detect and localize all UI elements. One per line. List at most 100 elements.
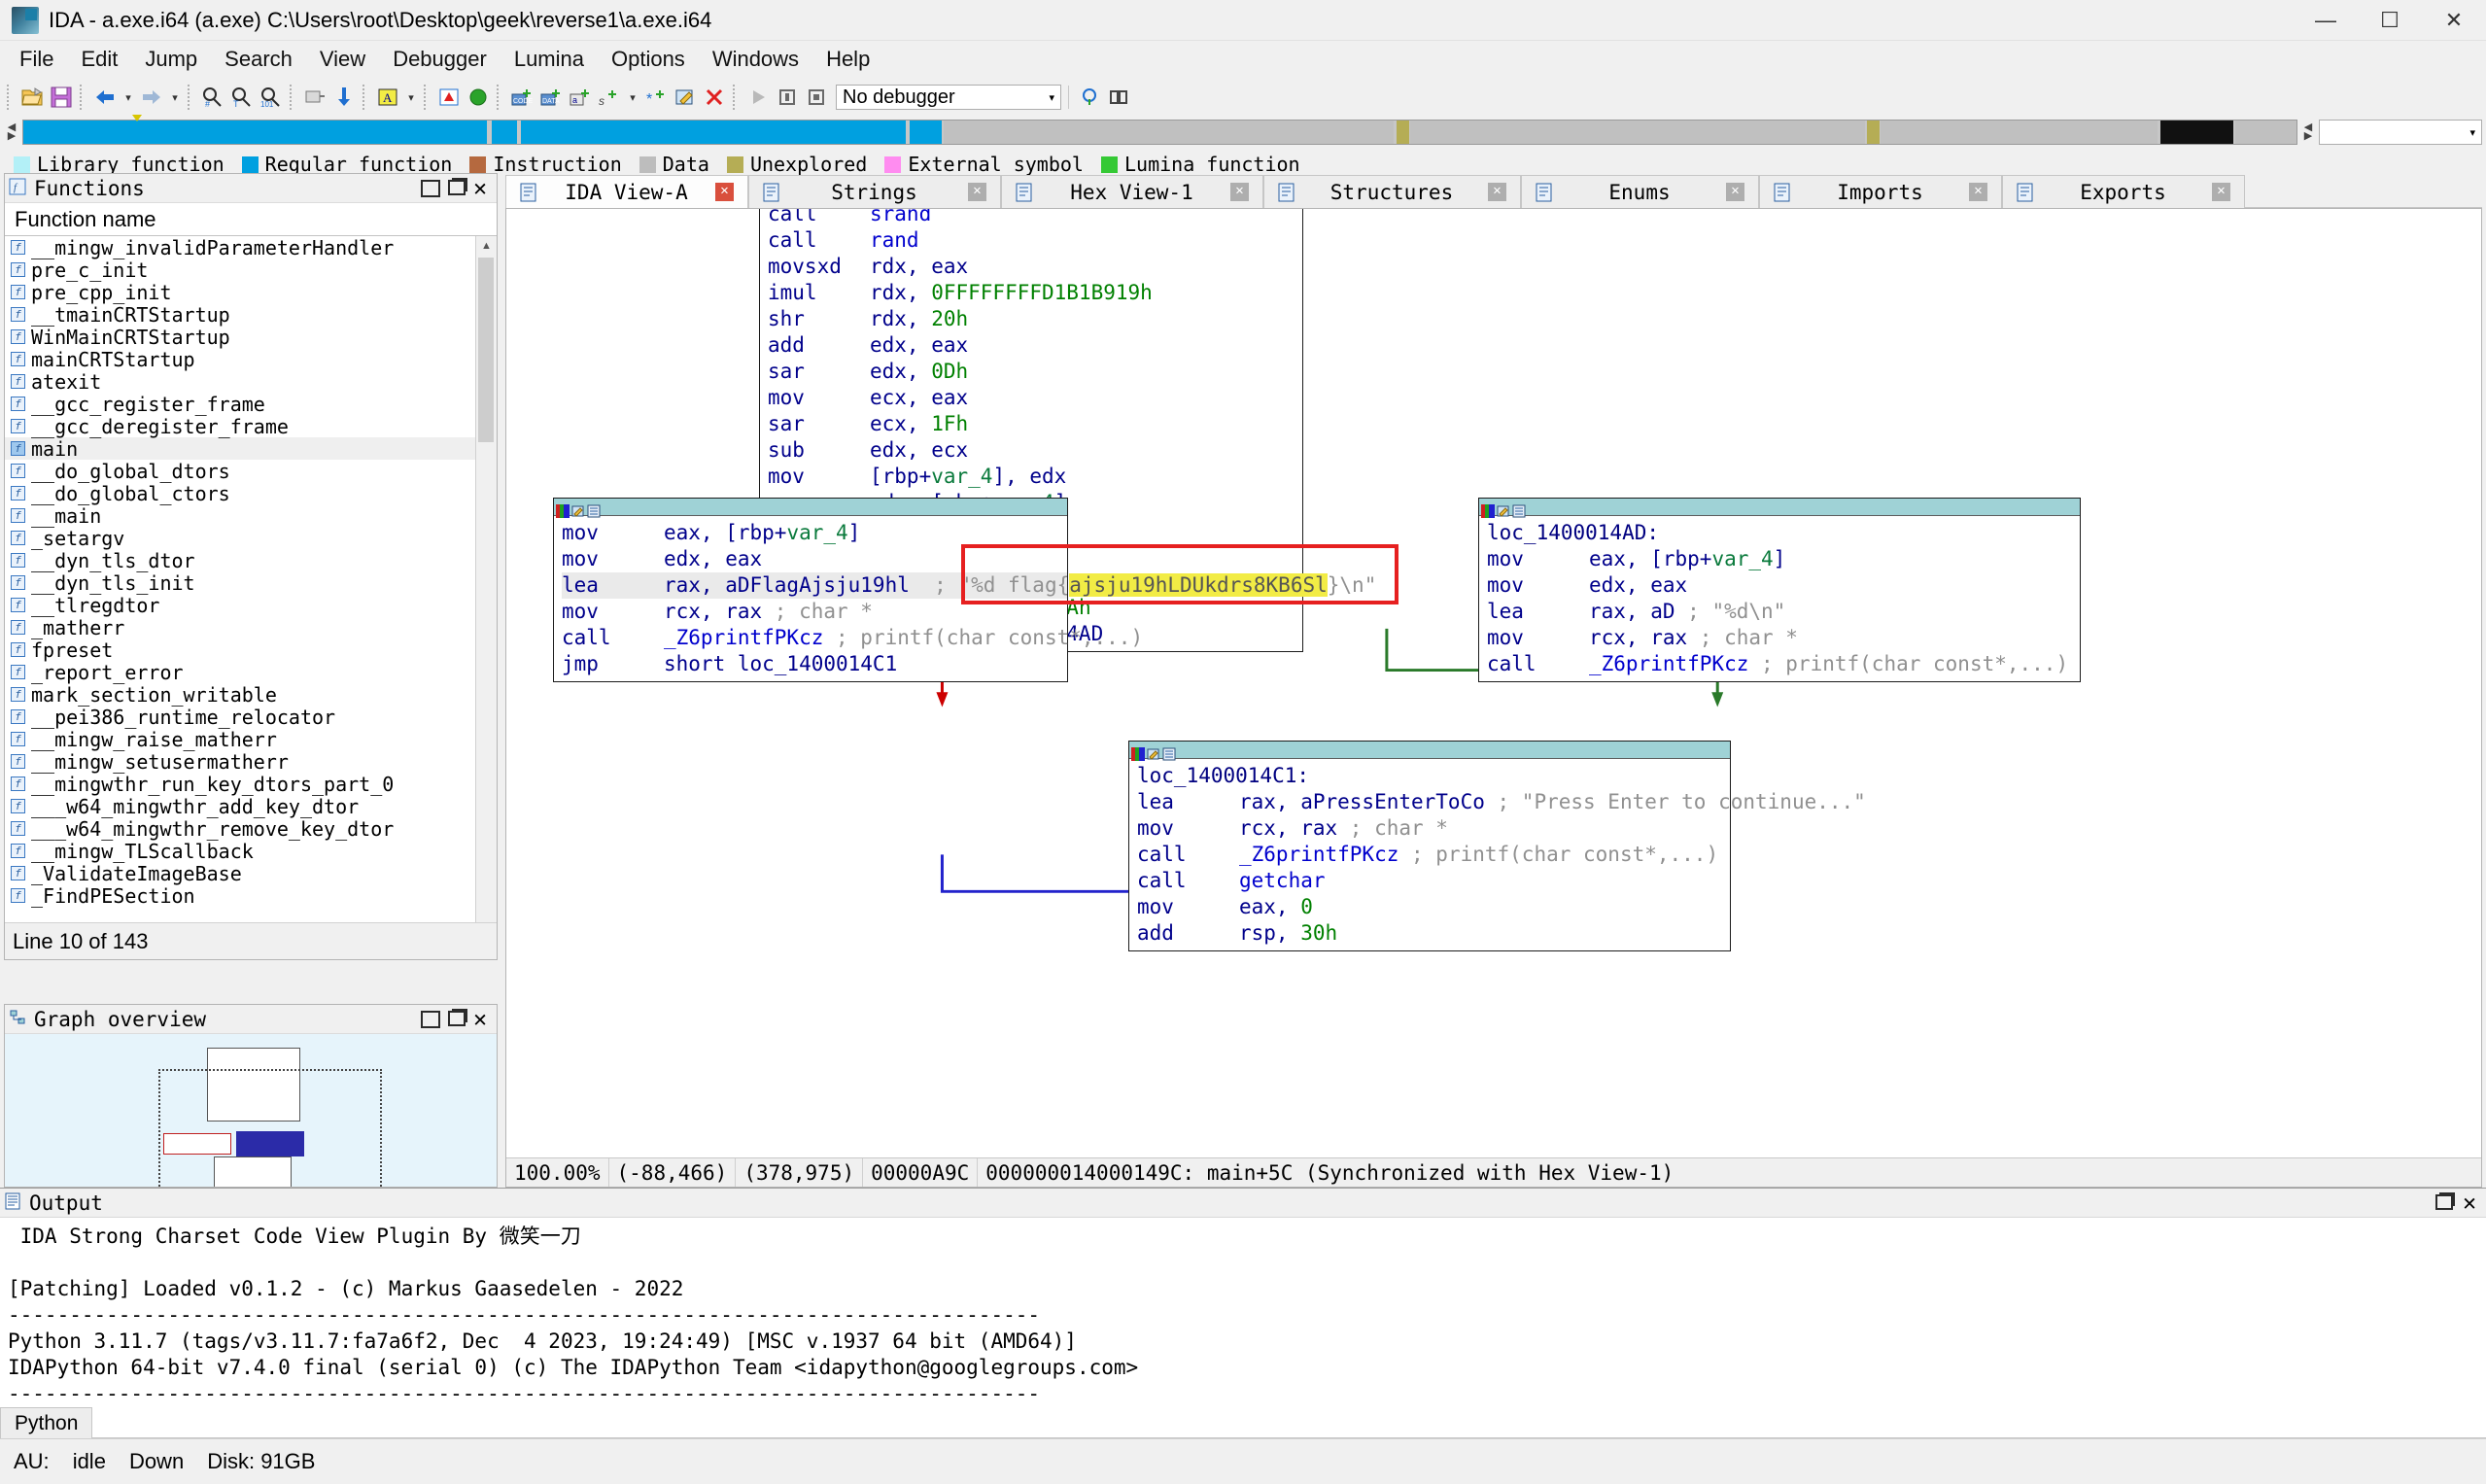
toolbar-grip-3[interactable] — [188, 85, 194, 110]
graph-block-left[interactable]: mov eax, [rbp+var_4] mov edx, eax lea rax, aD… — [553, 498, 1376, 682]
asm-line[interactable]: mov rcx, rax ; char * — [1137, 815, 1730, 842]
toolbar-grip[interactable] — [7, 85, 14, 110]
function-list-item[interactable]: f mainCRTStartup — [5, 348, 497, 371]
restore-panel-icon[interactable] — [448, 177, 468, 195]
asm-line[interactable]: call getchar — [1137, 868, 1730, 894]
tab-ida-view-a[interactable]: IDA View-A ✕ — [505, 175, 748, 208]
tab-close-icon[interactable]: ✕ — [1969, 183, 1987, 201]
function-list-item[interactable]: f _ValidateImageBase — [5, 862, 497, 885]
function-list-item[interactable]: f __dyn_tls_init — [5, 571, 497, 595]
menu-help[interactable]: Help — [812, 43, 883, 76]
asm-line[interactable]: sar edx, 0Dh — [768, 359, 1302, 385]
block-edit-icon[interactable] — [1497, 500, 1510, 517]
output-log[interactable]: IDA Strong Charset Code View Plugin By 微… — [0, 1218, 2486, 1403]
make-struct-icon[interactable]: s — [596, 84, 623, 111]
function-list-item[interactable]: f __dyn_tls_dtor — [5, 549, 497, 572]
lumina-pull-icon[interactable] — [1076, 84, 1103, 111]
breakpoint-icon[interactable] — [435, 84, 463, 111]
run-icon[interactable] — [465, 84, 492, 111]
tab-enums[interactable]: Enums ✕ — [1521, 175, 1759, 208]
back-arrow-icon[interactable] — [91, 84, 119, 111]
asm-line[interactable]: add edx, eax — [768, 332, 1302, 359]
asm-line[interactable]: lea rax, aD ; "%d\n" — [1487, 599, 2080, 625]
asm-line[interactable]: lea rax, aPressEnterToCo ; "Press Enter t… — [1137, 789, 1866, 815]
function-list-item[interactable]: f pre_cpp_init — [5, 281, 497, 304]
tab-close-icon[interactable]: ✕ — [1230, 183, 1249, 201]
asm-line[interactable]: call _Z6printfPKcz ; printf(char const*,.… — [1487, 651, 2080, 677]
tab-close-icon[interactable]: ✕ — [1726, 183, 1744, 201]
function-list-item[interactable]: f _matherr — [5, 616, 497, 639]
block-edit-icon[interactable] — [571, 500, 585, 517]
function-list-item[interactable]: f mark_section_writable — [5, 683, 497, 707]
asm-line[interactable]: jmp short loc_1400014C1 — [562, 651, 1067, 677]
block-color-icon[interactable] — [556, 500, 570, 518]
edit-function-icon[interactable] — [672, 84, 699, 111]
graph-block-right[interactable]: loc_1400014AD: mov eax, [rbp+var_4] mov edx,… — [1478, 498, 2081, 682]
toolbar-grip-5[interactable] — [363, 85, 369, 110]
menu-debugger[interactable]: Debugger — [379, 43, 501, 76]
close-panel-icon[interactable]: ✕ — [473, 177, 487, 199]
asm-line[interactable]: mov eax, 0 — [1137, 894, 1730, 920]
block-edit-icon[interactable] — [1147, 743, 1160, 760]
function-list-item[interactable]: f __tmainCRTStartup — [5, 303, 497, 327]
tab-strings[interactable]: Strings ✕ — [748, 175, 1001, 208]
toolbar-grip-8[interactable] — [733, 85, 740, 110]
navigation-band[interactable] — [22, 115, 2297, 145]
asm-line[interactable]: mov rcx, rax ; char * — [562, 599, 1067, 625]
function-list-item[interactable]: f WinMainCRTStartup — [5, 326, 497, 349]
function-list-item[interactable]: f _FindPESection — [5, 884, 497, 908]
block-color-icon[interactable] — [1481, 500, 1495, 518]
tab-close-icon[interactable]: ✕ — [1488, 183, 1506, 201]
asm-line[interactable]: mov edx, eax — [562, 546, 1067, 572]
toolbar-grip-2[interactable] — [80, 85, 86, 110]
save-icon[interactable] — [48, 84, 75, 111]
debug-stop-icon[interactable] — [803, 84, 830, 111]
function-list-item[interactable]: f ___w64_mingwthr_remove_key_dtor — [5, 817, 497, 841]
jump-down-icon[interactable] — [330, 84, 358, 111]
maximize-overview-icon[interactable] — [421, 1010, 441, 1028]
menu-edit[interactable]: Edit — [67, 43, 131, 76]
menu-jump[interactable]: Jump — [131, 43, 211, 76]
asm-line[interactable]: call rand — [768, 227, 1302, 254]
functions-scrollbar-thumb[interactable] — [478, 258, 494, 442]
close-output-icon[interactable]: ✕ — [2463, 1191, 2476, 1214]
function-list-item[interactable]: f __mingw_TLScallback — [5, 840, 497, 863]
forward-dropdown-icon[interactable]: ▾ — [167, 84, 183, 111]
graph-block-bottom-header[interactable] — [1129, 742, 1730, 761]
lumina-push-icon[interactable] — [1105, 84, 1132, 111]
rename-dropdown-icon[interactable]: ▾ — [403, 84, 419, 111]
menu-lumina[interactable]: Lumina — [501, 43, 598, 76]
asm-line[interactable]: mov rcx, rax ; char * — [1487, 625, 2080, 651]
block-group-icon[interactable] — [587, 500, 601, 517]
open-file-icon[interactable] — [18, 84, 46, 111]
toolbar-grip-6[interactable] — [424, 85, 431, 110]
function-list-item[interactable]: f __main — [5, 504, 497, 528]
restore-overview-icon[interactable] — [448, 1008, 468, 1026]
ida-view-a-graph[interactable]: movecx, eax ; Seedcallsrandcallrandmovsx… — [505, 208, 2482, 1188]
function-list-item[interactable]: f __mingwthr_run_key_dtors_part_0 — [5, 773, 497, 796]
tab-imports[interactable]: Imports ✕ — [1759, 175, 2002, 208]
function-list-item[interactable]: f main — [5, 437, 497, 461]
navband-scroll-left-icon[interactable]: ◀ ▶ — [4, 122, 19, 142]
graph-block-right-header[interactable] — [1479, 499, 2080, 518]
debug-run-icon[interactable] — [744, 84, 772, 111]
function-list-item[interactable]: f ___w64_mingwthr_add_key_dtor — [5, 795, 497, 818]
function-list-item[interactable]: f __gcc_deregister_frame — [5, 415, 497, 438]
asm-line[interactable]: imul rdx, 0FFFFFFFFD1B1B919h — [768, 280, 1302, 306]
tab-structures[interactable]: Structures ✕ — [1263, 175, 1521, 208]
tab-close-icon[interactable]: ✕ — [968, 183, 986, 201]
navband-scroll-right-icon[interactable]: ◀ ▶ — [2300, 122, 2316, 142]
asm-line[interactable]: mov eax, [rbp+var_4] — [1487, 546, 2080, 572]
block-group-icon[interactable] — [1162, 743, 1176, 760]
functions-list[interactable]: f __mingw_invalidParameterHandler f pre_c_i… — [5, 236, 497, 922]
make-data-icon[interactable]: DATA — [537, 84, 565, 111]
asm-line[interactable]: sar ecx, 1Fh — [768, 411, 1302, 437]
asm-line[interactable]: mov [rbp+var_4], edx — [768, 464, 1302, 490]
maximize-panel-icon[interactable] — [421, 179, 441, 197]
menu-view[interactable]: View — [306, 43, 379, 76]
functions-scrollbar[interactable]: ▲ — [475, 236, 497, 922]
function-list-item[interactable]: f __mingw_setusermatherr — [5, 750, 497, 774]
asm-line[interactable]: shr rdx, 20h — [768, 306, 1302, 332]
block-group-icon[interactable] — [1512, 500, 1526, 517]
graph-block-bottom[interactable]: loc_1400014C1: lea rax, aPressEnterToCo ; … — [1128, 741, 1866, 951]
